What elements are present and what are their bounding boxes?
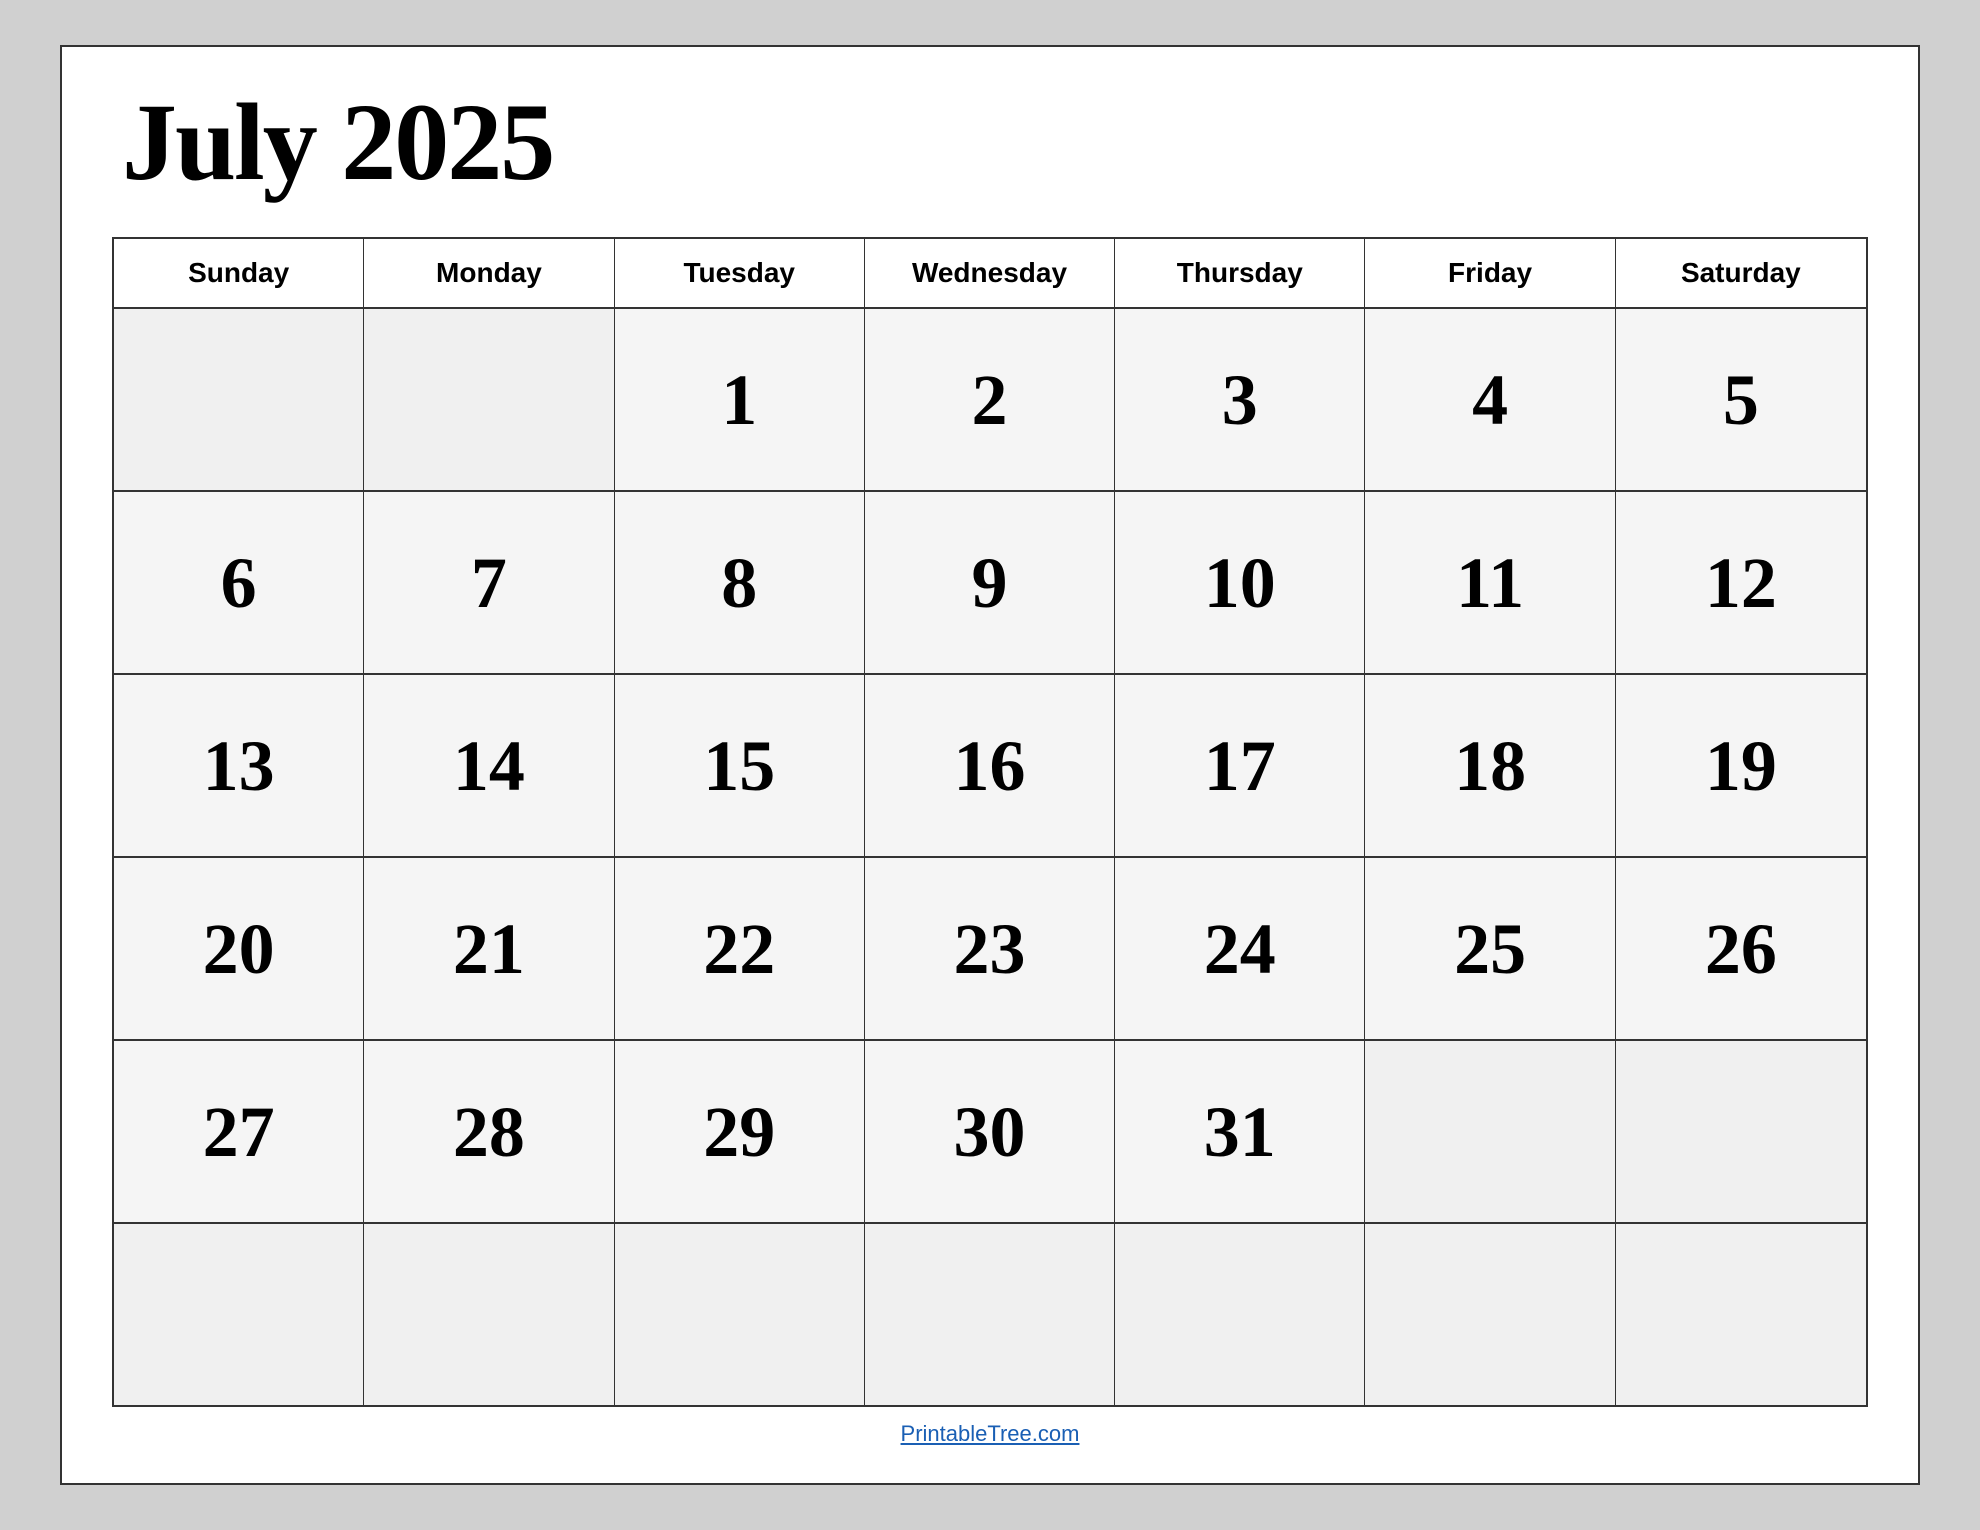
day-cell: 17 <box>1115 675 1365 856</box>
calendar-title: July 2025 <box>112 87 1868 197</box>
day-number: 10 <box>1204 547 1276 619</box>
day-cell: 30 <box>865 1041 1115 1222</box>
day-cell: 5 <box>1616 309 1866 490</box>
day-number: 11 <box>1456 547 1524 619</box>
day-cell <box>364 1224 614 1405</box>
day-cell <box>1616 1041 1866 1222</box>
day-number: 14 <box>453 730 525 802</box>
week-row-3: 13 14 15 16 17 18 19 <box>114 675 1866 858</box>
footer: PrintableTree.com <box>112 1407 1868 1453</box>
week-row-4: 20 21 22 23 24 25 26 <box>114 858 1866 1041</box>
weeks-container: 1234567891011121314151617181920212223242… <box>114 309 1866 1405</box>
day-cell: 10 <box>1115 492 1365 673</box>
calendar-grid: SundayMondayTuesdayWednesdayThursdayFrid… <box>112 237 1868 1407</box>
day-cell: 13 <box>114 675 364 856</box>
day-cell: 27 <box>114 1041 364 1222</box>
day-number: 3 <box>1222 364 1258 436</box>
day-cell: 29 <box>615 1041 865 1222</box>
day-cell: 6 <box>114 492 364 673</box>
day-cell: 20 <box>114 858 364 1039</box>
calendar-page: July 2025 SundayMondayTuesdayWednesdayTh… <box>60 45 1920 1485</box>
day-header-monday: Monday <box>364 239 614 307</box>
day-number: 4 <box>1472 364 1508 436</box>
day-number: 22 <box>703 913 775 985</box>
day-cell: 24 <box>1115 858 1365 1039</box>
week-row-6 <box>114 1224 1866 1405</box>
day-header-friday: Friday <box>1365 239 1615 307</box>
day-header-tuesday: Tuesday <box>615 239 865 307</box>
day-number: 15 <box>703 730 775 802</box>
day-cell: 11 <box>1365 492 1615 673</box>
day-cell: 31 <box>1115 1041 1365 1222</box>
day-number: 17 <box>1204 730 1276 802</box>
day-cell: 28 <box>364 1041 614 1222</box>
day-cell: 18 <box>1365 675 1615 856</box>
week-row-5: 27 28 29 30 31 <box>114 1041 1866 1224</box>
day-cell: 1 <box>615 309 865 490</box>
day-cell: 2 <box>865 309 1115 490</box>
week-row-1: 1 2 3 4 5 <box>114 309 1866 492</box>
week-row-2: 6 7 8 9 10 11 12 <box>114 492 1866 675</box>
day-number: 25 <box>1454 913 1526 985</box>
day-header-wednesday: Wednesday <box>865 239 1115 307</box>
day-number: 18 <box>1454 730 1526 802</box>
day-number: 5 <box>1723 364 1759 436</box>
day-number: 9 <box>971 547 1007 619</box>
day-number: 27 <box>203 1096 275 1168</box>
day-cell: 22 <box>615 858 865 1039</box>
day-cell <box>114 309 364 490</box>
day-cell: 21 <box>364 858 614 1039</box>
day-cell: 26 <box>1616 858 1866 1039</box>
day-number: 19 <box>1705 730 1777 802</box>
day-cell: 19 <box>1616 675 1866 856</box>
day-cell: 23 <box>865 858 1115 1039</box>
day-cell: 25 <box>1365 858 1615 1039</box>
day-number: 31 <box>1204 1096 1276 1168</box>
day-cell: 7 <box>364 492 614 673</box>
day-cell <box>1365 1041 1615 1222</box>
day-cell: 4 <box>1365 309 1615 490</box>
day-header-sunday: Sunday <box>114 239 364 307</box>
day-number: 23 <box>953 913 1025 985</box>
day-number: 7 <box>471 547 507 619</box>
day-cell: 16 <box>865 675 1115 856</box>
day-cell <box>114 1224 364 1405</box>
day-number: 30 <box>953 1096 1025 1168</box>
day-number: 20 <box>203 913 275 985</box>
day-number: 6 <box>221 547 257 619</box>
day-number: 29 <box>703 1096 775 1168</box>
day-cell: 15 <box>615 675 865 856</box>
day-number: 13 <box>203 730 275 802</box>
day-cell <box>615 1224 865 1405</box>
day-cell: 9 <box>865 492 1115 673</box>
day-number: 12 <box>1705 547 1777 619</box>
day-cell: 14 <box>364 675 614 856</box>
day-cell <box>865 1224 1115 1405</box>
footer-link[interactable]: PrintableTree.com <box>901 1421 1080 1446</box>
day-number: 16 <box>953 730 1025 802</box>
day-number: 1 <box>721 364 757 436</box>
day-number: 24 <box>1204 913 1276 985</box>
day-cell: 8 <box>615 492 865 673</box>
day-number: 2 <box>971 364 1007 436</box>
day-cell <box>1616 1224 1866 1405</box>
day-cell <box>1115 1224 1365 1405</box>
day-headers-row: SundayMondayTuesdayWednesdayThursdayFrid… <box>114 239 1866 309</box>
day-number: 21 <box>453 913 525 985</box>
day-cell <box>364 309 614 490</box>
day-cell <box>1365 1224 1615 1405</box>
day-header-thursday: Thursday <box>1115 239 1365 307</box>
day-cell: 12 <box>1616 492 1866 673</box>
day-cell: 3 <box>1115 309 1365 490</box>
day-number: 26 <box>1705 913 1777 985</box>
day-header-saturday: Saturday <box>1616 239 1866 307</box>
day-number: 28 <box>453 1096 525 1168</box>
day-number: 8 <box>721 547 757 619</box>
